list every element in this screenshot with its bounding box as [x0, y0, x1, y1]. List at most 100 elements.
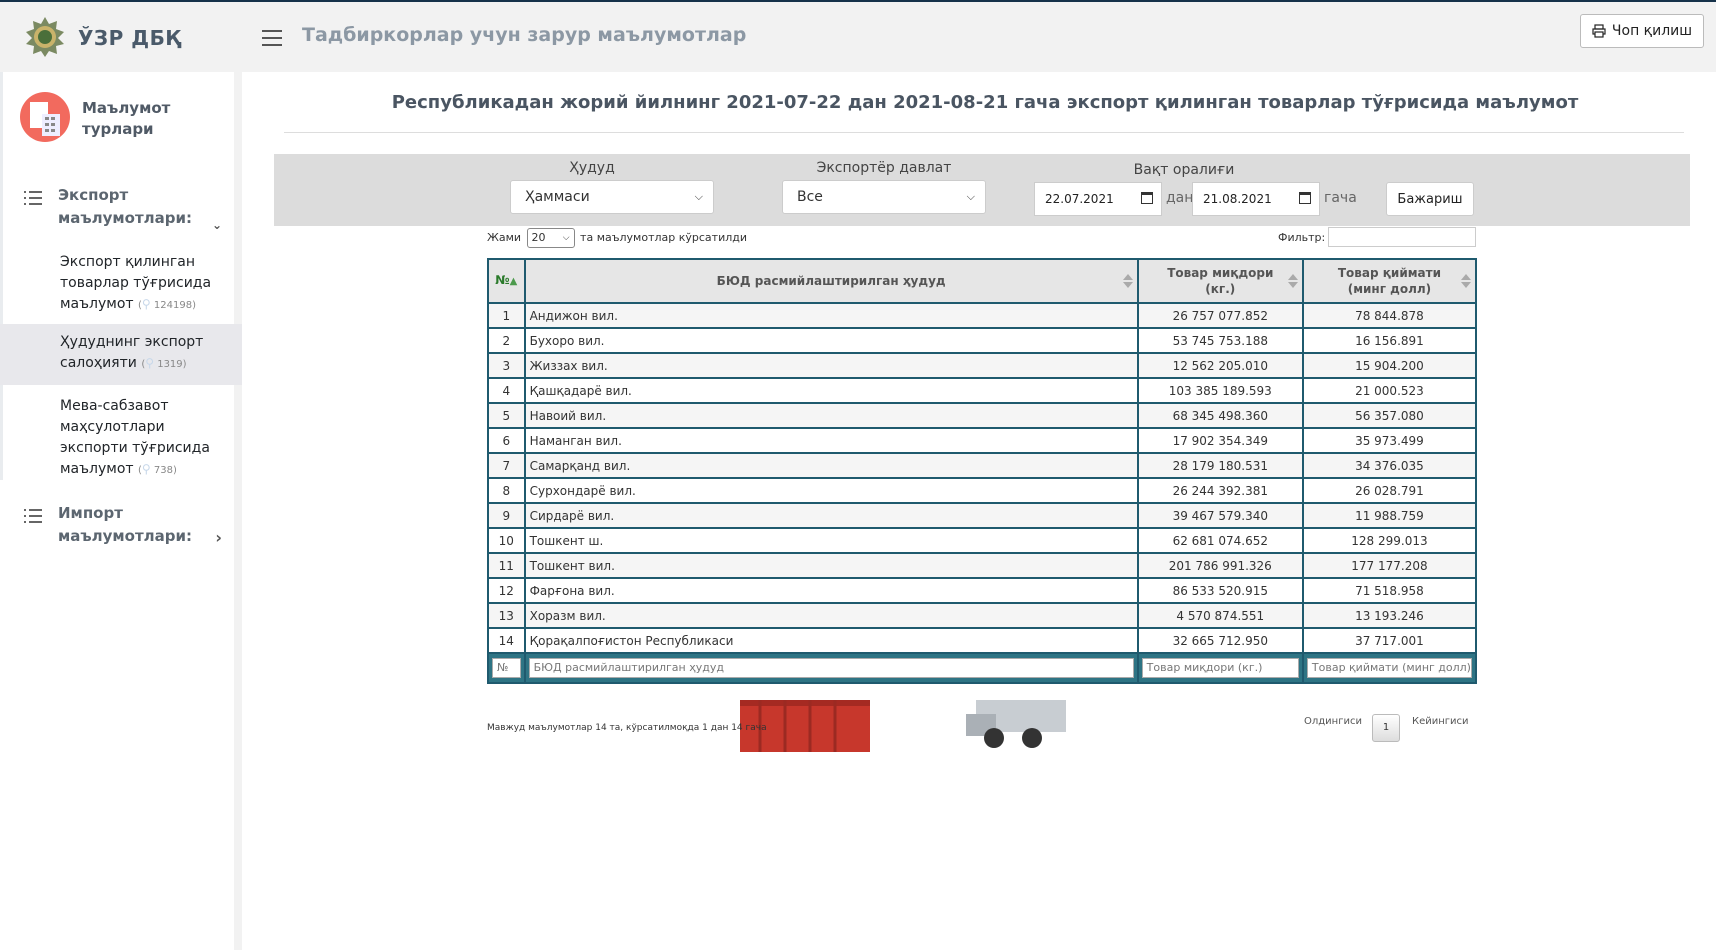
list-icon	[24, 191, 42, 205]
table-row: 1 Андижон вил. 26 757 077.852 78 844.878	[487, 302, 1478, 329]
qty-filter-input[interactable]: Товар миқдори (кг.)	[1141, 658, 1299, 678]
cell-qty: 68 345 498.360	[1136, 402, 1304, 429]
top-bar: ЎЗР ДБҚ Тадбиркорлар учун зарур маълумот…	[0, 0, 1716, 72]
filter-bar: Ҳудуд Ҳаммаси ⌵ Экспортёр давлат Все ⌵ В…	[274, 154, 1690, 226]
cell-region: Бухоро вил.	[523, 327, 1139, 354]
cell-region: Хоразм вил.	[523, 602, 1139, 629]
sort-icon	[1287, 274, 1298, 288]
footer-cell: Товар миқдори (кг.)	[1136, 652, 1304, 684]
col-qty-label: Товар миқдори (кг.)	[1167, 266, 1274, 296]
printer-icon	[1592, 24, 1606, 38]
cell-region: Жиззах вил.	[523, 352, 1139, 379]
cell-num: 7	[487, 452, 526, 479]
table-row: 7 Самарқанд вил. 28 179 180.531 34 376.035	[487, 452, 1478, 479]
cell-value: 56 357.080	[1301, 402, 1478, 429]
cell-value: 16 156.891	[1301, 327, 1478, 354]
view-count-value: 1319	[157, 359, 183, 370]
page-size-control: Жами 20 ⌵ та маълумотлар кўрсатилди	[487, 228, 747, 248]
table-row: 4 Қашқадарё вил. 103 385 189.593 21 000.523	[487, 377, 1478, 404]
table-row: 5 Навоий вил. 68 345 498.360 56 357.080	[487, 402, 1478, 429]
cell-qty: 4 570 874.551	[1136, 602, 1304, 629]
cell-value: 177 177.208	[1301, 552, 1478, 579]
cell-num: 10	[487, 527, 526, 554]
brand-name: ЎЗР ДБҚ	[78, 26, 182, 50]
cell-qty: 62 681 074.652	[1136, 527, 1304, 554]
cell-num: 2	[487, 327, 526, 354]
cell-value: 21 000.523	[1301, 377, 1478, 404]
cell-num: 11	[487, 552, 526, 579]
col-header-num[interactable]: №▲	[487, 258, 526, 304]
sidebar-title: Маълумот турлари	[82, 99, 171, 138]
date-from-input[interactable]: 22.07.2021	[1034, 182, 1162, 216]
sort-icon	[1461, 274, 1471, 288]
show-suffix: та маълумотлар кўрсатилди	[580, 231, 747, 244]
to-text: гача	[1324, 190, 1357, 206]
cell-qty: 26 244 392.381	[1136, 477, 1304, 504]
cell-qty: 32 665 712.950	[1136, 627, 1304, 654]
show-prefix: Жами	[487, 231, 522, 244]
cell-value: 34 376.035	[1301, 452, 1478, 479]
run-button[interactable]: Бажариш	[1386, 182, 1474, 216]
date-to-input[interactable]: 21.08.2021	[1192, 182, 1320, 216]
sidebar-item-export-goods[interactable]: Экспорт қилинган товарлар тўғрисида маъл…	[0, 248, 242, 322]
cell-value: 11 988.759	[1301, 502, 1478, 529]
next-page-button[interactable]: Кейингиси	[1412, 716, 1469, 727]
cell-num: 8	[487, 477, 526, 504]
page-heading: Тадбиркорлар учун зарур маълумотлар	[302, 24, 747, 46]
cell-num: 3	[487, 352, 526, 379]
table-row: 14 Қорақалпоғистон Республикаси 32 665 712…	[487, 627, 1478, 654]
truck-background-image	[740, 700, 1066, 752]
sidebar-item-region-potential[interactable]: Ҳудуднинг экспорт салоҳияти (⚲ 1319)	[0, 324, 242, 385]
export-group[interactable]: Экспорт маълумотлари: ⌄	[22, 184, 222, 232]
table-row: 13 Хоразм вил. 4 570 874.551 13 193.246	[487, 602, 1478, 629]
cell-qty: 39 467 579.340	[1136, 502, 1304, 529]
divider	[284, 132, 1684, 133]
sort-icon	[1122, 274, 1133, 288]
print-label: Чоп қилиш	[1611, 23, 1693, 39]
cell-region: Сурхондарё вил.	[523, 477, 1139, 504]
cell-value: 13 193.246	[1301, 602, 1478, 629]
table-row: 2 Бухоро вил. 53 745 753.188 16 156.891	[487, 327, 1478, 354]
cell-qty: 86 533 520.915	[1136, 577, 1304, 604]
cell-value: 128 299.013	[1301, 527, 1478, 554]
view-count-value: 738	[153, 465, 173, 476]
table-row: 12 Фарғона вил. 86 533 520.915 71 518.958	[487, 577, 1478, 604]
region-select-value: Ҳаммаси	[525, 189, 590, 205]
region-filter-input[interactable]: БЮД расмийлаштирилган ҳудуд	[528, 658, 1134, 678]
region-select[interactable]: Ҳаммаси ⌵	[510, 180, 714, 214]
calculator-avatar-icon	[20, 92, 70, 142]
search-icon: ⚲	[145, 356, 155, 370]
date-from-value: 22.07.2021	[1045, 192, 1114, 206]
footer-cell: БЮД расмийлаштирилган ҳудуд	[523, 652, 1139, 684]
page-size-select[interactable]: 20 ⌵	[526, 228, 575, 248]
col-header-region[interactable]: БЮД расмийлаштирилган ҳудуд	[523, 258, 1139, 304]
print-button[interactable]: Чоп қилиш	[1580, 14, 1704, 48]
table-body: 1 Андижон вил. 26 757 077.852 78 844.878 2 Бу…	[487, 302, 1478, 654]
cell-num: 13	[487, 602, 526, 629]
num-filter-input[interactable]: №	[492, 658, 521, 678]
prev-page-button[interactable]: Олдингиси	[1304, 716, 1362, 727]
cell-value: 37 717.001	[1301, 627, 1478, 654]
footer-cell: Товар қиймати (минг долл)	[1301, 652, 1478, 684]
cell-qty: 103 385 189.593	[1136, 377, 1304, 404]
table-row: 9 Сирдарё вил. 39 467 579.340 11 988.759	[487, 502, 1478, 529]
col-header-qty[interactable]: Товар миқдори (кг.)	[1136, 258, 1304, 304]
value-filter-input[interactable]: Товар қиймати (минг долл)	[1306, 658, 1472, 678]
cell-region: Қашқадарё вил.	[523, 377, 1139, 404]
import-group[interactable]: Импорт маълумотлари: ›	[22, 502, 222, 548]
filter-input[interactable]	[1328, 227, 1476, 247]
cell-region: Қорақалпоғистон Республикаси	[523, 627, 1139, 654]
view-count: (⚲ 1319)	[141, 356, 187, 370]
country-select[interactable]: Все ⌵	[782, 180, 986, 214]
page-1-button[interactable]: 1	[1372, 714, 1400, 742]
cell-region: Наманган вил.	[523, 427, 1139, 454]
view-count: (⚲ 738)	[138, 462, 177, 476]
cell-value: 71 518.958	[1301, 577, 1478, 604]
emblem-logo	[26, 17, 64, 57]
menu-icon[interactable]	[262, 30, 282, 46]
region-label: Ҳудуд	[569, 160, 615, 176]
col-header-value[interactable]: Товар қиймати (минг долл)	[1301, 258, 1478, 304]
sidebar-item-fruit-veg[interactable]: Мева-сабзавот маҳсулотлари экспорти тўғр…	[0, 392, 242, 481]
table-row: 10 Тошкент ш. 62 681 074.652 128 299.013	[487, 527, 1478, 554]
cell-qty: 28 179 180.531	[1136, 452, 1304, 479]
